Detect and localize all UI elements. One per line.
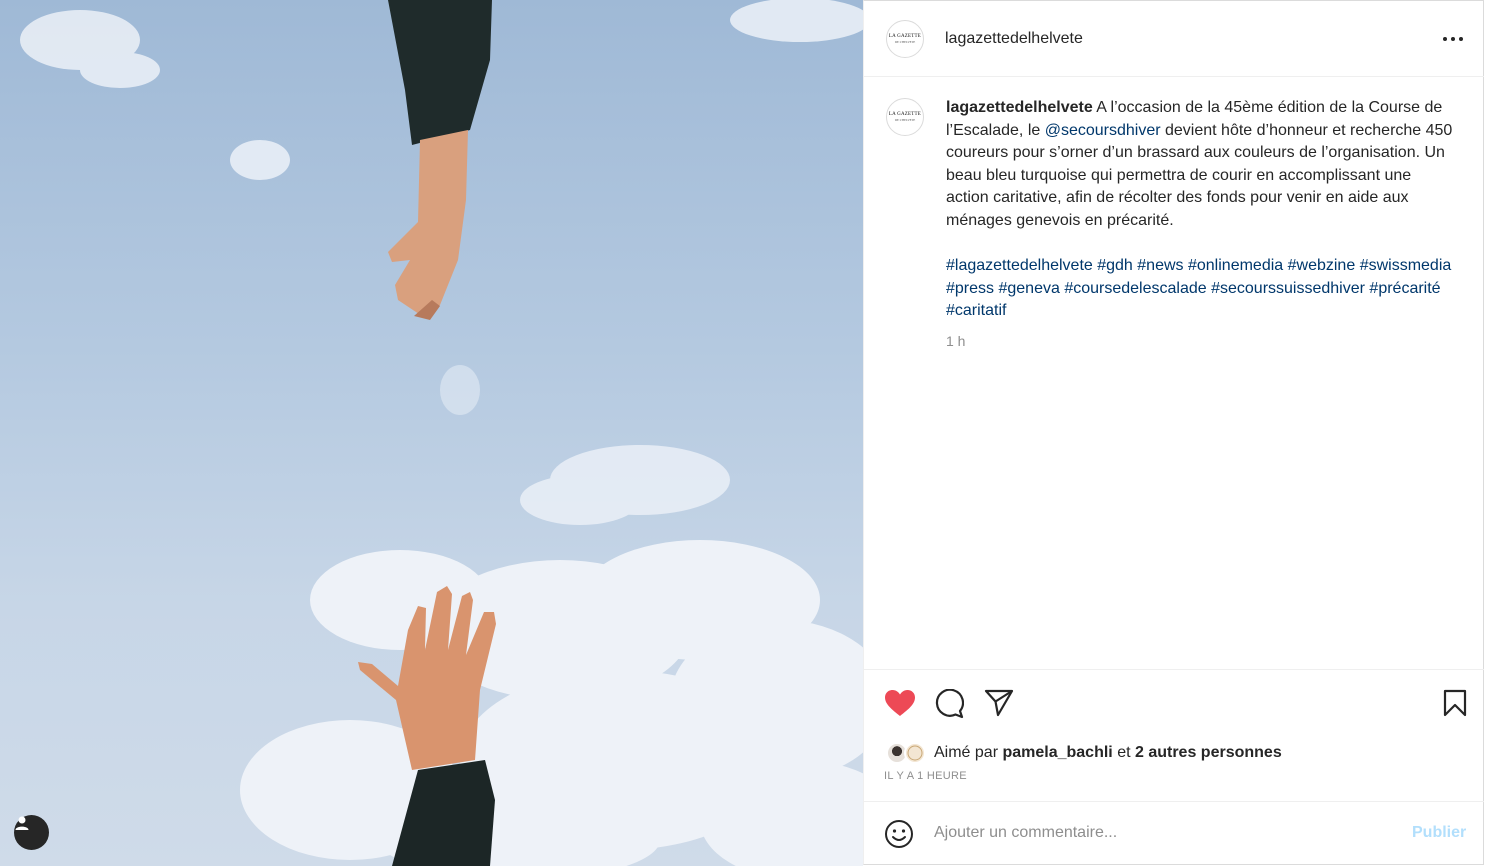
emoji-smile-icon [885,820,913,848]
save-button[interactable] [1442,689,1468,722]
hashtag-list: #lagazettedelhelvete #gdh #news #onlinem… [946,257,1451,319]
send-icon [984,689,1014,717]
liker-avatar-logo [907,745,923,761]
hashtag-link[interactable]: #swissmedia [1360,257,1452,274]
caption-avatar[interactable]: LA GAZETTE DE L'HELVETE [886,98,924,136]
likes-others-link[interactable]: 2 autres personnes [1135,744,1282,762]
publish-button[interactable]: Publier [1412,824,1466,842]
hashtag-link[interactable]: #news [1137,257,1183,274]
likes-summary: Aimé par pamela_bachli et 2 autres perso… [884,740,1282,766]
comment-form: Publier [864,801,1484,865]
post-photo[interactable] [0,0,863,866]
hashtag-link[interactable]: #onlinemedia [1188,257,1283,274]
hashtag-link[interactable]: #secourssuissedhiver [1211,280,1365,297]
mention-link[interactable]: @secoursdhiver [1045,122,1161,139]
hashtag-link[interactable]: #caritatif [946,302,1006,319]
header-username[interactable]: lagazettedelhelvete [945,30,1083,48]
liker-username[interactable]: pamela_bachli [1002,744,1112,762]
more-options-button[interactable] [1440,29,1466,49]
profile-avatar[interactable]: LA GAZETTE DE L'HELVETE [886,20,924,58]
likes-prefix: Aimé par [934,744,1003,761]
liker-avatar [904,742,926,764]
liker-avatars[interactable] [884,740,930,766]
more-horizontal-icon [1443,37,1463,41]
hashtag-link[interactable]: #coursedelescalade [1064,280,1206,297]
avatar-logo-subtext: DE L'HELVETE [894,40,916,44]
post-header: LA GAZETTE DE L'HELVETE lagazettedelhelv… [864,1,1484,77]
heart-filled-icon [885,690,915,716]
photo-illustration [20,0,863,866]
caption-username[interactable]: lagazettedelhelvete [946,99,1093,116]
comment-icon [935,688,965,719]
post-caption: lagazettedelhelvete A l’occasion de la 4… [946,97,1456,323]
hashtag-link[interactable]: #geneva [998,280,1059,297]
hashtag-link[interactable]: #gdh [1097,257,1133,274]
caption-time[interactable]: 1 h [946,333,965,349]
hashtag-link[interactable]: #lagazettedelhelvete [946,257,1093,274]
user-tag-icon [15,816,29,830]
post-side-panel: LA GAZETTE DE L'HELVETE lagazettedelhelv… [863,0,1484,865]
avatar-logo-subtext: DE L'HELVETE [894,118,916,122]
like-button[interactable] [884,689,916,722]
hashtag-link[interactable]: #précarité [1369,280,1440,297]
share-button[interactable] [984,689,1014,722]
hashtag-link[interactable]: #press [946,280,994,297]
bookmark-icon [1443,689,1467,717]
post-actions: Aimé par pamela_bachli et 2 autres perso… [864,669,1484,801]
post-timestamp[interactable]: IL Y A 1 HEURE [884,770,967,782]
emoji-button[interactable] [884,819,914,854]
comment-input[interactable] [934,820,1374,846]
user-tag-button[interactable] [14,815,49,850]
likes-middle: et [1112,744,1135,761]
hashtag-link[interactable]: #webzine [1288,257,1356,274]
comment-button[interactable] [934,688,965,724]
